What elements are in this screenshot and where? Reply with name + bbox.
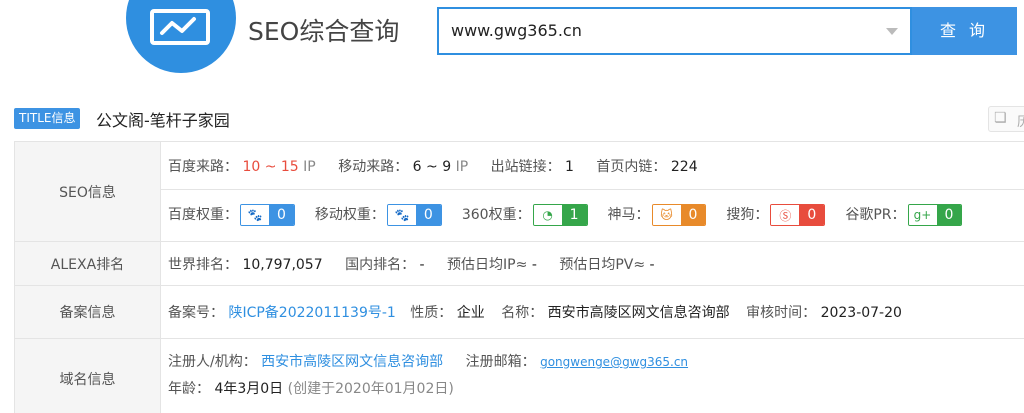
google-plus-icon: g+ xyxy=(908,205,937,225)
audit-time-label: 审核时间： xyxy=(746,305,817,321)
rank-badge[interactable]: 🐾 0 xyxy=(386,204,442,226)
baidu-traffic-label: 百度来路： xyxy=(168,159,238,175)
paw-icon: 🐾 xyxy=(241,205,269,225)
inbound-label: 首页内链： xyxy=(596,159,667,175)
mobile-traffic-value[interactable]: 6 ~ 9 xyxy=(413,159,451,175)
daily-ip-value: - xyxy=(531,257,537,273)
site-title: SEO综合查询 xyxy=(248,17,400,46)
search-input[interactable] xyxy=(451,9,871,53)
rank-item: 搜狗： Ⓢ 0 xyxy=(726,204,826,226)
outbound-label: 出站链接： xyxy=(490,159,561,175)
alexa-label: ALEXA排名 xyxy=(14,242,161,285)
icp-line: 备案号： 陕ICP备2022011139号-1 性质： 企业 名称： 西安市高陵… xyxy=(168,302,920,322)
org-name-label: 名称： xyxy=(501,305,544,321)
chevron-down-icon[interactable] xyxy=(886,28,898,35)
rank-label: 搜狗： xyxy=(726,207,769,223)
mobile-traffic-label: 移动来路： xyxy=(338,159,409,175)
rank-item: 360权重： ◔ 1 xyxy=(462,204,588,226)
domain-label: 域名信息 xyxy=(14,339,161,413)
rank-badge[interactable]: Ⓢ 0 xyxy=(770,204,826,226)
rank-badge[interactable]: g+ 0 xyxy=(907,204,963,226)
rank-value: 0 xyxy=(936,205,962,225)
rank-value: 0 xyxy=(680,205,706,225)
baidu-traffic-value[interactable]: 10 ~ 15 xyxy=(242,159,298,175)
rank-value: 0 xyxy=(799,205,825,225)
registrant-link[interactable]: 西安市高陵区网文信息咨询部 xyxy=(261,354,443,370)
org-name-value: 西安市高陵区网文信息咨询部 xyxy=(547,305,730,321)
chart-monitor-icon xyxy=(150,9,210,45)
domain-age-line: 年龄： 4年3月0日 (创建于2020年01月02日) xyxy=(168,378,454,398)
title-tag: TITLE信息 xyxy=(14,108,81,129)
rank-value: 0 xyxy=(269,205,294,225)
nature-value: 企业 xyxy=(456,305,485,321)
rank-label: 360权重： xyxy=(461,207,531,223)
site-logo[interactable] xyxy=(126,0,236,73)
domestic-rank-value: - xyxy=(419,257,425,273)
world-rank-label: 世界排名： xyxy=(168,257,238,273)
domain-registrant-line: 注册人/机构： 西安市高陵区网文信息咨询部 注册邮箱： gongwenge@gw… xyxy=(168,351,706,371)
email-label: 注册邮箱： xyxy=(465,354,536,370)
daily-ip-label: 预估日均IP≈ xyxy=(447,257,528,273)
search-button[interactable]: 查 询 xyxy=(912,7,1017,55)
paw-icon: 🐾 xyxy=(387,205,416,225)
created-note: (创建于2020年01月02日) xyxy=(287,381,454,397)
history-label: 历 xyxy=(1017,115,1024,130)
alexa-line: 世界排名： 10,797,057 国内排名： - 预估日均IP≈ - 预估日均P… xyxy=(168,254,673,274)
rank-badge[interactable]: 🐾 0 xyxy=(240,204,295,226)
rank-value: 0 xyxy=(415,205,441,225)
outbound-value[interactable]: 1 xyxy=(565,159,574,175)
inbound-value[interactable]: 224 xyxy=(671,159,698,175)
sogou-icon: Ⓢ xyxy=(771,205,800,225)
baidu-traffic-unit: IP xyxy=(303,159,316,175)
rank-label: 神马： xyxy=(607,207,650,223)
rank-item: 百度权重： 🐾 0 xyxy=(168,204,295,226)
seo-label: SEO信息 xyxy=(14,142,161,241)
rank-label: 谷歌PR： xyxy=(845,207,906,223)
nature-label: 性质： xyxy=(410,305,453,321)
layers-icon: ❏ xyxy=(994,110,1007,126)
rank-badge[interactable]: ◔ 1 xyxy=(532,204,588,226)
world-rank-value: 10,797,057 xyxy=(242,257,323,273)
age-label: 年龄： xyxy=(168,381,210,397)
domestic-rank-label: 国内排名： xyxy=(345,257,416,273)
rank-item: 谷歌PR： g+ 0 xyxy=(845,204,963,226)
360-icon: ◔ xyxy=(533,205,562,225)
registrant-label: 注册人/机构： xyxy=(168,354,257,370)
domain-row: 域名信息 xyxy=(14,338,1024,413)
seo-ranks-line: 百度权重： 🐾 0 移动权重： 🐾 0 360权重： ◔ 1 神马： 🐱 0 搜狗： Ⓢ 0 谷歌PR： g+ 0 xyxy=(168,204,982,226)
rank-badge[interactable]: 🐱 0 xyxy=(651,204,707,226)
mobile-traffic-unit: IP xyxy=(455,159,469,175)
icp-number-label: 备案号： xyxy=(168,305,224,321)
daily-pv-value: - xyxy=(649,257,655,273)
icp-label: 备案信息 xyxy=(14,286,161,338)
shenma-icon: 🐱 xyxy=(652,205,681,225)
search-box[interactable] xyxy=(437,7,912,55)
email-link[interactable]: gongwenge@gwg365.cn xyxy=(540,355,688,369)
rank-label: 移动权重： xyxy=(314,207,385,223)
rank-item: 移动权重： 🐾 0 xyxy=(315,204,442,226)
seo-traffic-line: 百度来路： 10 ~ 15 IP 移动来路： 6 ~ 9 IP 出站链接： 1 … xyxy=(168,156,716,176)
icp-number-link[interactable]: 陕ICP备2022011139号-1 xyxy=(228,305,395,321)
rank-value: 1 xyxy=(561,205,587,225)
row-divider xyxy=(161,189,1024,190)
rank-item: 神马： 🐱 0 xyxy=(608,204,707,226)
daily-pv-label: 预估日均PV≈ xyxy=(559,257,646,273)
age-value: 4年3月0日 xyxy=(214,381,284,397)
page-title-value: 公文阁-笔杆子家园 xyxy=(96,111,230,130)
audit-time-value: 2023-07-20 xyxy=(820,305,902,321)
rank-label: 百度权重： xyxy=(168,207,238,223)
history-button[interactable]: ❏ 历 xyxy=(988,106,1024,132)
